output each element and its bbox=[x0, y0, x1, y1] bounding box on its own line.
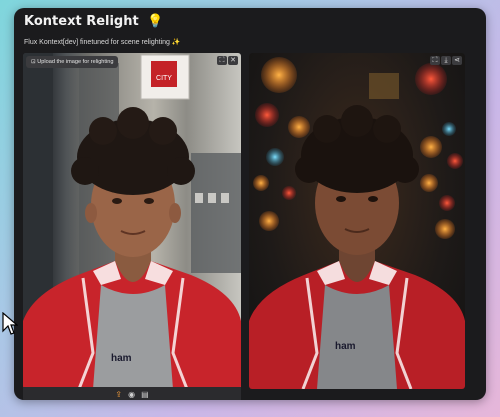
fullscreen-icon[interactable]: ⛶ bbox=[217, 56, 227, 65]
sign-text: CITY bbox=[156, 75, 172, 82]
upload-prompt[interactable]: ⊡ Upload the image for relighting bbox=[26, 56, 119, 68]
shirt-text: ham bbox=[111, 353, 132, 364]
output-corner-buttons: ⛶ ⤓ ⋖ bbox=[430, 56, 462, 65]
close-icon[interactable]: ✕ bbox=[228, 56, 238, 65]
webcam-icon[interactable]: ◉ bbox=[128, 390, 135, 399]
mouse-cursor-icon bbox=[2, 312, 18, 335]
output-image-panel[interactable]: ham ⛶ ⤓ ⋖ bbox=[249, 53, 465, 389]
input-corner-buttons: ⛶ ✕ bbox=[217, 56, 238, 65]
app-title-text: Kontext Relight bbox=[24, 14, 139, 29]
clipboard-icon[interactable]: ▤ bbox=[141, 390, 149, 399]
input-image-panel[interactable]: CITY ham ⊡ Upload the image for relighti… bbox=[23, 53, 241, 389]
upload-prompt-icon: ⊡ bbox=[31, 59, 36, 65]
fullscreen-icon[interactable]: ⛶ bbox=[430, 56, 440, 65]
upload-icon[interactable]: ⇪ bbox=[115, 390, 122, 399]
app-subtitle: Flux Kontext[dev] finetuned for scene re… bbox=[24, 39, 181, 46]
app-title: Kontext Relight 💡 bbox=[24, 14, 163, 29]
input-toolbar: ⇪ ◉ ▤ bbox=[23, 387, 241, 400]
app-window: Kontext Relight 💡 Flux Kontext[dev] fine… bbox=[14, 8, 486, 400]
output-photo: ham bbox=[249, 57, 465, 389]
lightbulb-icon: 💡 bbox=[147, 14, 164, 29]
download-icon[interactable]: ⤓ bbox=[441, 56, 451, 65]
upload-prompt-label: Upload the image for relighting bbox=[37, 59, 114, 65]
input-photo: CITY ham bbox=[23, 53, 241, 389]
share-icon[interactable]: ⋖ bbox=[452, 56, 462, 65]
shirt-text-output: ham bbox=[335, 341, 356, 352]
